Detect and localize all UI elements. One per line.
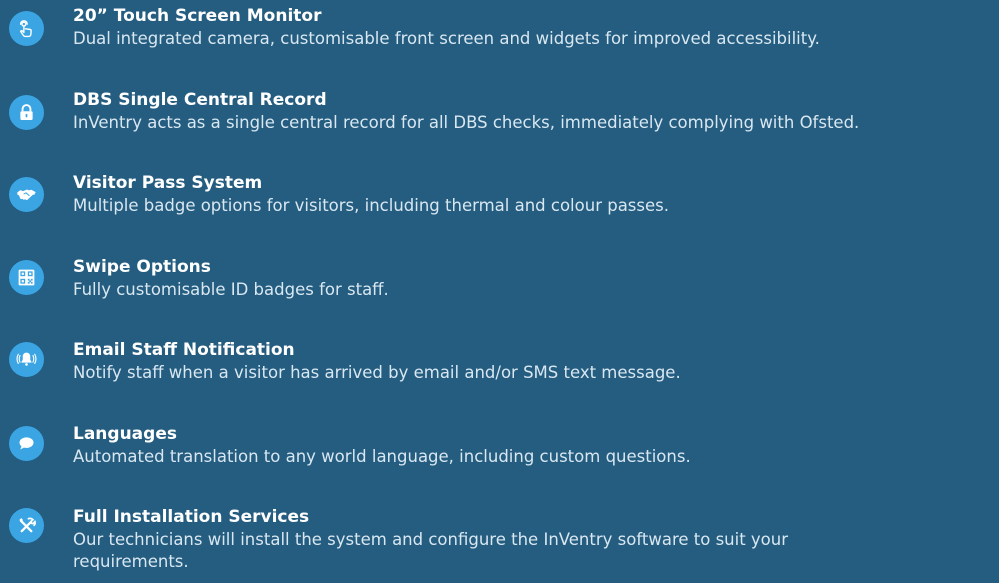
lock-icon	[9, 95, 44, 130]
feature-description: Our technicians will install the system …	[73, 530, 789, 571]
feature-title: Email Staff Notification	[73, 340, 295, 360]
feature-description: Dual integrated camera, customisable fro…	[73, 29, 820, 48]
feature-title: Swipe Options	[73, 257, 211, 277]
feature-title: 20” Touch Screen Monitor	[73, 6, 322, 26]
qr-code-icon	[9, 260, 44, 295]
feature-description: Fully customisable ID badges for staff.	[73, 280, 389, 299]
feature-title: DBS Single Central Record	[73, 90, 327, 110]
feature-title: Full Installation Services	[73, 507, 310, 527]
feature-title: Languages	[73, 424, 177, 444]
feature-description: Multiple badge options for visitors, inc…	[73, 196, 669, 215]
feature-description: Automated translation to any world langu…	[73, 447, 691, 466]
tools-icon	[9, 508, 44, 543]
bell-icon	[9, 342, 44, 377]
speech-bubble-icon	[9, 426, 44, 461]
feature-description: Notify staff when a visitor has arrived …	[73, 363, 681, 382]
feature-description: InVentry acts as a single central record…	[73, 113, 860, 132]
handshake-icon	[9, 177, 44, 212]
touch-icon	[9, 11, 44, 46]
feature-title: Visitor Pass System	[73, 173, 263, 193]
